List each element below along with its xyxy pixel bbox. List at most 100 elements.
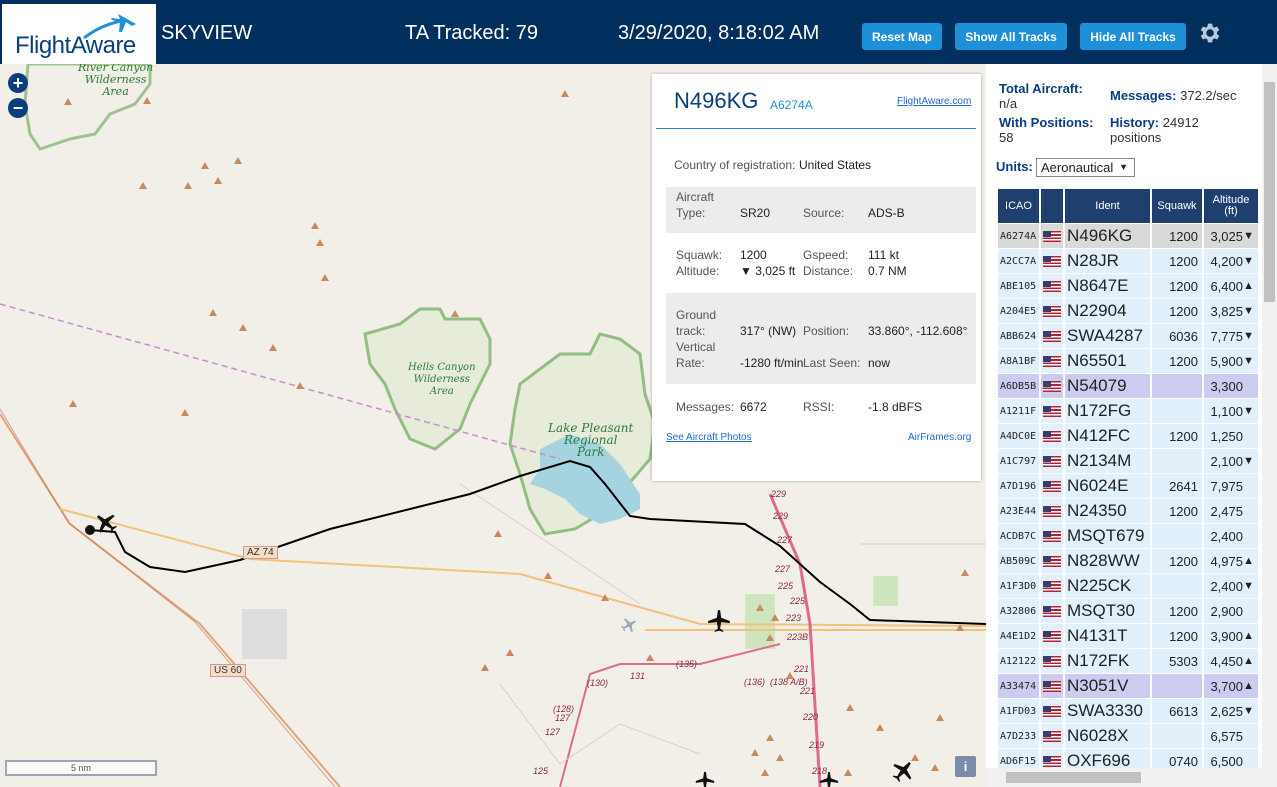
reset-map-button[interactable]: Reset Map: [862, 23, 942, 50]
table-row[interactable]: A1F3D0 N225CK 2,400 ▼: [998, 574, 1260, 598]
position-value: 33.860°, -112.608°: [868, 324, 968, 338]
icao-cell: AB509C: [998, 549, 1041, 573]
icao-cell: A204E5: [998, 299, 1041, 323]
table-row[interactable]: ABB624 SWA4287 6036 7,775 ▼: [998, 324, 1260, 348]
table-row[interactable]: AB509C N828WW 1200 4,975 ▲: [998, 549, 1260, 573]
table-row[interactable]: A4E1D2 N4131T 1200 3,900 ▲: [998, 624, 1260, 648]
popup-ident: N496KG: [674, 88, 759, 113]
squawk-cell: [1152, 524, 1204, 548]
table-row[interactable]: ABE105 N8647E 1200 6,400 ▲: [998, 274, 1260, 298]
altitude-value: 3,825: [1210, 303, 1243, 319]
road-number: 229: [771, 489, 787, 499]
header-altitude[interactable]: Altitude (ft): [1204, 189, 1260, 223]
gear-icon[interactable]: [1196, 20, 1222, 46]
with-positions-value: 58: [999, 130, 1014, 145]
table-row[interactable]: A23E44 N24350 1200 2,475: [998, 499, 1260, 523]
altitude-value: 6,575: [1210, 728, 1243, 744]
units-select[interactable]: Aeronautical: [1036, 158, 1135, 177]
table-row[interactable]: A6DB5B N54079 3,300: [998, 374, 1260, 398]
horizontal-scrollbar[interactable]: [986, 768, 1277, 787]
plane-icon[interactable]: [620, 616, 638, 634]
header-ident[interactable]: Ident: [1065, 189, 1152, 223]
aircraft-photos-link[interactable]: See Aircraft Photos: [666, 432, 752, 443]
table-row[interactable]: A1211F N172FG 1,100 ▼: [998, 399, 1260, 423]
header-squawk[interactable]: Squawk: [1152, 189, 1204, 223]
altitude-cell: 7,975: [1204, 474, 1260, 498]
icao-cell: A4DC0E: [998, 424, 1041, 448]
table-row[interactable]: A1C797 N2134M 2,100 ▼: [998, 449, 1260, 473]
clock: 3/29/2020, 8:18:02 AM: [618, 22, 820, 44]
table-row[interactable]: A6274A N496KG 1200 3,025 ▼: [998, 224, 1260, 248]
airframes-link[interactable]: AirFrames.org: [908, 432, 971, 443]
altitude-value: 3,900: [1210, 628, 1243, 644]
country-value: United States: [799, 158, 872, 172]
ident-cell: N28JR: [1065, 249, 1152, 273]
altitude-cell: 6,575: [1204, 724, 1260, 748]
flightaware-link[interactable]: FlightAware.com: [897, 96, 971, 107]
squawk-cell: 2641: [1152, 474, 1204, 498]
table-row[interactable]: A204E5 N22904 1200 3,825 ▼: [998, 299, 1260, 323]
icao-cell: A1C797: [998, 449, 1041, 473]
squawk-cell: 1200: [1152, 624, 1204, 648]
scroll-thumb[interactable]: [1264, 82, 1275, 302]
table-row[interactable]: A1FD03 SWA3330 6613 2,625 ▼: [998, 699, 1260, 723]
scroll-thumb[interactable]: [1006, 772, 1141, 783]
altitude-label: Altitude:: [676, 264, 720, 278]
plane-icon[interactable]: [706, 608, 732, 634]
altitude-cell: 3,825 ▼: [1204, 299, 1260, 323]
altitude-trend: ▲: [1243, 680, 1254, 692]
plane-icon[interactable]: [694, 770, 716, 787]
altitude-cell: 2,100 ▼: [1204, 449, 1260, 473]
altitude-cell: 4,450 ▲: [1204, 649, 1260, 673]
altitude-value: 6,500: [1210, 753, 1243, 769]
ident-cell: SWA4287: [1065, 324, 1152, 348]
table-row[interactable]: A8A1BF N65501 1200 5,900 ▼: [998, 349, 1260, 373]
icao-cell: A32806: [998, 599, 1041, 623]
altitude-cell: 2,900: [1204, 599, 1260, 623]
vertical-scrollbar[interactable]: [1262, 64, 1277, 768]
history-unit: positions: [1110, 130, 1162, 145]
popup-icao[interactable]: A6274A: [770, 98, 813, 112]
us-flag-icon: [1043, 480, 1061, 492]
icao-cell: A1F3D0: [998, 574, 1041, 598]
info-icon[interactable]: i: [955, 756, 976, 777]
icao-cell: A33474: [998, 674, 1041, 698]
altitude-value: 4,975: [1210, 553, 1243, 569]
plane-icon[interactable]: [890, 758, 916, 784]
squawk-cell: 1200: [1152, 549, 1204, 573]
us-flag-icon: [1043, 580, 1061, 592]
altitude-trend: ▼: [1243, 405, 1254, 417]
ident-cell: N828WW: [1065, 549, 1152, 573]
plane-icon[interactable]: [93, 510, 119, 536]
show-all-tracks-button[interactable]: Show All Tracks: [955, 23, 1067, 50]
icao-cell: A8A1BF: [998, 349, 1041, 373]
flightaware-logo[interactable]: FlightAware: [2, 4, 156, 64]
table-row[interactable]: A7D233 N6028X 6,575: [998, 724, 1260, 748]
hells-canyon-label: Hells Canyon Wilderness Area: [408, 362, 476, 397]
table-row[interactable]: A7D196 N6024E 2641 7,975: [998, 474, 1260, 498]
vertical-rate-label: Rate:: [676, 356, 705, 370]
table-row[interactable]: A2CC7A N28JR 1200 4,200 ▼: [998, 249, 1260, 273]
table-row[interactable]: A4DC0E N412FC 1200 1,250: [998, 424, 1260, 448]
altitude-cell: 4,975 ▲: [1204, 549, 1260, 573]
altitude-value: 2,400: [1210, 578, 1243, 594]
distance-value: 0.7 NM: [868, 264, 907, 278]
us-flag-icon: [1043, 655, 1061, 667]
us-flag-icon: [1043, 230, 1061, 242]
zoom-out-button[interactable]: −: [8, 98, 28, 118]
plane-icon[interactable]: [818, 770, 840, 787]
road-number: (130): [587, 678, 609, 688]
table-row[interactable]: A32806 MSQT30 1200 2,900: [998, 599, 1260, 623]
total-aircraft-label: Total Aircraft:: [999, 81, 1083, 96]
table-row[interactable]: ACDB7C MSQT679 2,400: [998, 524, 1260, 548]
ident-cell: N412FC: [1065, 424, 1152, 448]
zoom-in-button[interactable]: +: [8, 73, 28, 93]
altitude-value: 1,250: [1210, 428, 1243, 444]
ground-track-value: 317° (NW): [740, 324, 797, 338]
table-row[interactable]: A12122 N172FK 5303 4,450 ▲: [998, 649, 1260, 673]
hide-all-tracks-button[interactable]: Hide All Tracks: [1080, 23, 1186, 50]
header-flag[interactable]: [1041, 189, 1065, 223]
aircraft-list-panel: Total Aircraft: n/a Messages: 372.2/sec …: [986, 64, 1277, 787]
table-row[interactable]: A33474 N3051V 3,700 ▲: [998, 674, 1260, 698]
header-icao[interactable]: ICAO: [998, 189, 1041, 223]
